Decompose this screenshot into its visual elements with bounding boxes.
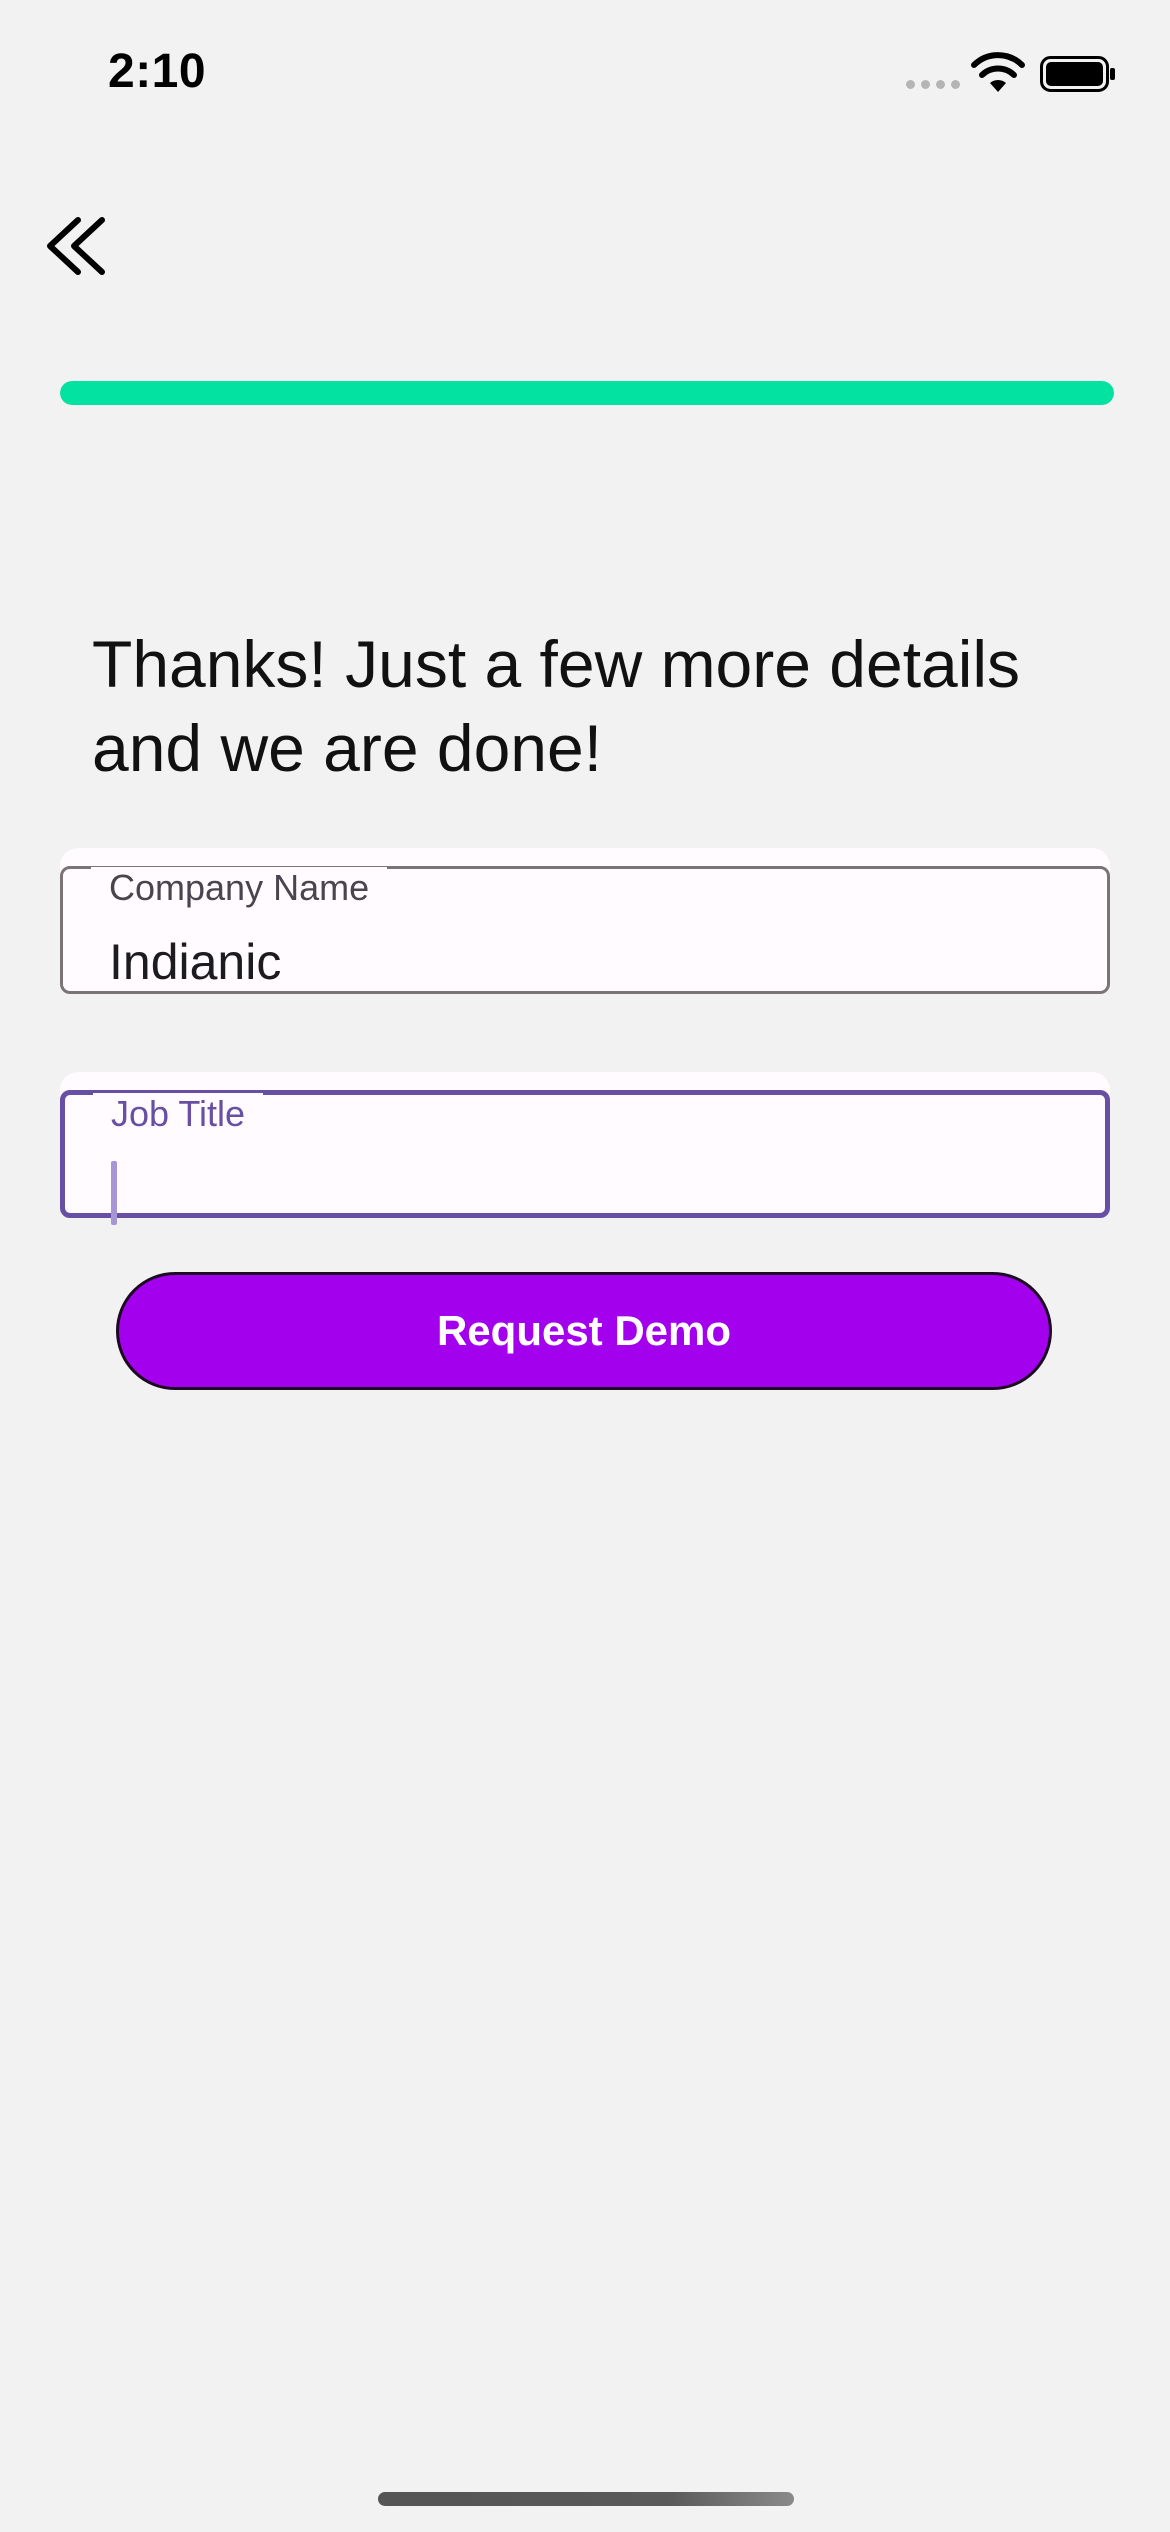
company-name-field[interactable]: Company Name Indianic [60, 848, 1110, 994]
wifi-icon [971, 52, 1025, 92]
request-demo-button[interactable]: Request Demo [116, 1272, 1052, 1390]
text-cursor [111, 1161, 117, 1225]
company-name-value[interactable]: Indianic [109, 931, 281, 993]
status-time: 2:10 [108, 45, 207, 98]
company-name-field-outline: Company Name Indianic [60, 866, 1110, 994]
double-chevron-left-icon [47, 217, 105, 275]
job-title-field-outline: Job Title [60, 1090, 1110, 1225]
page-heading: Thanks! Just a few more details and we a… [92, 627, 1021, 785]
cellular-signal-icon [906, 80, 960, 90]
job-title-field[interactable]: Job Title [60, 1072, 1110, 1225]
status-bar: 2:10 [0, 0, 1170, 150]
back-button[interactable] [36, 200, 120, 290]
progress-bar [60, 381, 1114, 405]
home-indicator[interactable] [378, 2492, 794, 2506]
progress-bar-fill [60, 381, 1114, 405]
company-name-label: Company Name [91, 867, 388, 909]
job-title-label: Job Title [93, 1093, 264, 1135]
battery-icon [1040, 56, 1115, 92]
